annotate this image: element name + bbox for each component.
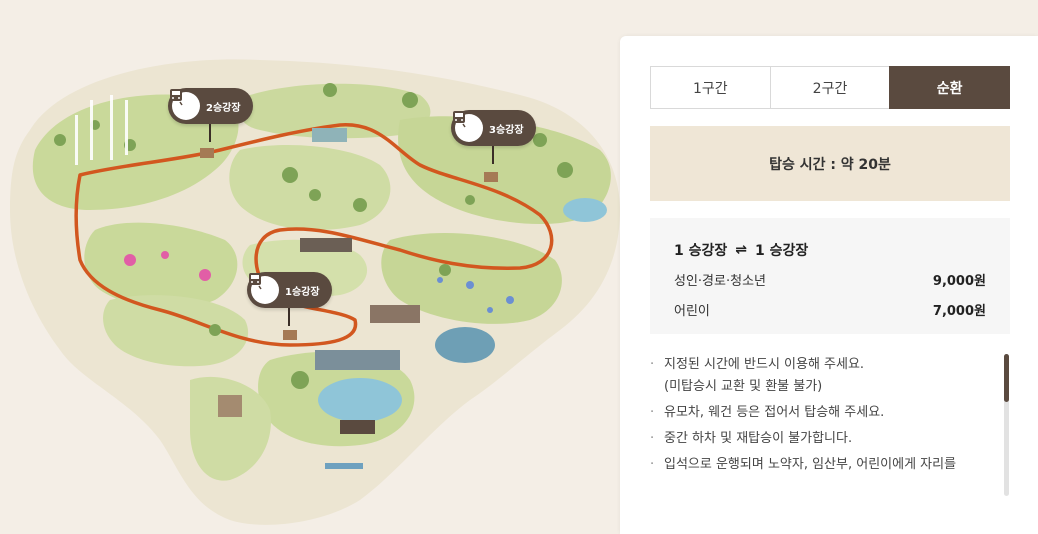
station-3-marker[interactable]: 3승강장 [451, 110, 536, 146]
fare-from: 1 승강장 [674, 243, 728, 259]
notice-subtext: (미탑승시 교환 및 환불 불가) [664, 379, 823, 394]
fare-price: 9,000원 [932, 274, 986, 289]
fare-label: 성인·경로·청소년 [674, 274, 766, 289]
notice-list: · 지정된 시간에 반드시 이용해 주세요. (미탑승시 교환 및 환불 불가)… [650, 354, 980, 480]
bullet-icon: · [650, 405, 655, 420]
tab-loop[interactable]: 순환 [889, 66, 1011, 109]
map-illustration [10, 59, 620, 525]
station-2-marker[interactable]: 2승강장 [168, 88, 253, 124]
scrollbar-thumb[interactable] [1004, 354, 1009, 402]
ride-time-text: 탑승 시간 : 약 20분 [769, 156, 891, 173]
tram-icon [169, 89, 200, 120]
fare-price: 7,000원 [932, 304, 986, 319]
fare-row: 어린이 7,000원 [674, 300, 986, 319]
tram-icon [248, 273, 279, 304]
station-label: 1승강장 [285, 286, 320, 298]
notice-text: 유모차, 웨건 등은 접어서 탑승해 주세요. [664, 405, 885, 420]
fare-label: 어린이 [674, 304, 710, 319]
fare-to: 1 승강장 [755, 243, 809, 259]
list-item: · 입석으로 운행되며 노약자, 임산부, 어린이에게 자리를 [650, 454, 980, 476]
bullet-icon: · [650, 431, 655, 446]
park-map[interactable]: 2승강장 3승강장 1승강장 [0, 0, 620, 534]
tab-section-1[interactable]: 1구간 [650, 66, 770, 109]
swap-arrows-icon: ⇌ [735, 242, 747, 258]
ride-time-box: 탑승 시간 : 약 20분 [650, 126, 1010, 201]
tram-icon [452, 111, 483, 142]
station-1-marker[interactable]: 1승강장 [247, 272, 332, 308]
list-item: · 유모차, 웨건 등은 접어서 탑승해 주세요. [650, 402, 980, 424]
list-item: · 중간 하차 및 재탑승이 불가합니다. [650, 428, 980, 450]
fare-route: 1 승강장 ⇌ 1 승강장 [674, 240, 986, 260]
route-tabs: 1구간 2구간 순환 [650, 66, 1011, 109]
notice-text: 지정된 시간에 반드시 이용해 주세요. [664, 357, 865, 372]
bullet-icon: · [650, 457, 655, 472]
bullet-icon: · [650, 357, 655, 372]
fare-box: 1 승강장 ⇌ 1 승강장 성인·경로·청소년 9,000원 어린이 7,000… [650, 218, 1010, 334]
notice-text: 중간 하차 및 재탑승이 불가합니다. [664, 431, 853, 446]
tab-section-2[interactable]: 2구간 [769, 66, 890, 109]
notice-scrollbar[interactable] [1004, 354, 1009, 496]
station-label: 2승강장 [206, 102, 241, 114]
list-item: · 지정된 시간에 반드시 이용해 주세요. (미탑승시 교환 및 환불 불가) [650, 354, 980, 398]
station-label: 3승강장 [489, 124, 524, 136]
notice-text: 입석으로 운행되며 노약자, 임산부, 어린이에게 자리를 [664, 457, 957, 472]
route-info-panel: 1구간 2구간 순환 탑승 시간 : 약 20분 1 승강장 ⇌ 1 승강장 성… [620, 36, 1038, 534]
fare-row: 성인·경로·청소년 9,000원 [674, 270, 986, 289]
